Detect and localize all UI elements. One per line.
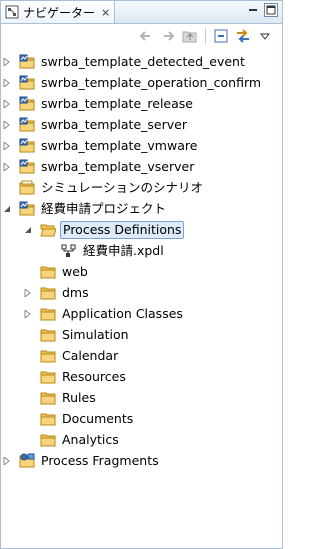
tree-item[interactable]: シミュレーションのシナリオ [1,177,282,198]
tree-item[interactable]: swrba_template_server [1,114,282,135]
link-with-editor-icon[interactable] [234,27,252,45]
collapsed-arrow-icon[interactable] [2,78,12,88]
tree-item[interactable]: Rules [1,387,282,408]
tree-item[interactable]: Process Fragments [1,450,282,471]
tree-item[interactable]: dms [1,282,282,303]
tree-item-label: Process Fragments [41,452,159,468]
tree-item-label: Application Classes [62,305,183,321]
open-folder-icon [40,222,57,238]
fragments-project-icon [19,453,35,469]
tree-item[interactable]: 経費申請プロジェクト [1,198,282,219]
minimize-icon[interactable] [246,3,260,17]
tree-item-label: Simulation [62,326,129,342]
maximize-icon[interactable] [264,3,278,17]
forward-arrow-icon[interactable] [159,27,177,45]
tree-item-label: Calendar [62,347,119,363]
folder-icon [40,432,56,448]
tree-item-label: swrba_template_vmware [41,137,198,153]
project-icon [19,96,35,112]
collapsed-arrow-icon[interactable] [2,456,12,466]
tree-item[interactable]: swrba_template_vmware [1,135,282,156]
folder-icon [40,306,56,322]
tree-item-label: dms [62,284,89,300]
tree-item-label: Documents [62,410,134,426]
toolbar-separator [205,28,206,44]
tree-item[interactable]: swrba_template_operation_confirm [1,72,282,93]
project-icon [19,54,35,70]
up-folder-icon[interactable] [181,27,199,45]
collapsed-arrow-icon[interactable] [2,99,12,109]
tree-item-label: Rules [62,389,96,405]
resource-tree: swrba_template_detected_event swrba_templ… [1,51,282,471]
view-toolbar [1,23,282,49]
folder-icon [40,411,56,427]
tree-item[interactable]: 経費申請.xpdl [1,240,282,261]
tree-item-label: Analytics [62,431,119,447]
navigator-icon [5,5,19,19]
tree-item-label: web [62,263,88,279]
collapsed-arrow-icon[interactable] [2,162,12,172]
tree-item-label: 経費申請.xpdl [83,242,164,258]
tree-item[interactable]: Documents [1,408,282,429]
navigator-view: ナビゲーター ⨯ swrba_template_detected_event s… [0,0,283,549]
view-menu-chevron-down-icon[interactable] [256,27,274,45]
tree-item-label: swrba_template_operation_confirm [41,74,262,90]
collapsed-arrow-icon[interactable] [2,57,12,67]
project-icon [19,75,35,91]
project-icon [19,117,35,133]
tree-item[interactable]: swrba_template_detected_event [1,51,282,72]
folder-icon [40,285,56,301]
tree-item-label: swrba_template_vserver [41,158,195,174]
project-icon [19,159,35,175]
tree-item[interactable]: Application Classes [1,303,282,324]
collapsed-arrow-icon[interactable] [23,309,33,319]
back-arrow-icon[interactable] [137,27,155,45]
collapsed-arrow-icon[interactable] [2,120,12,130]
collapsed-arrow-icon[interactable] [23,288,33,298]
tree-item-label: swrba_template_release [41,95,193,111]
folder-icon [40,390,56,406]
expanded-arrow-icon[interactable] [23,225,33,235]
xpdl-file-icon [61,243,77,259]
expanded-arrow-icon[interactable] [2,204,12,214]
tree-item-label: Resources [62,368,126,384]
tree-item[interactable]: Calendar [1,345,282,366]
tree-item-label: swrba_template_server [41,116,187,132]
tree-item[interactable]: swrba_template_vserver [1,156,282,177]
tree-item-label: シミュレーションのシナリオ [41,179,204,195]
close-icon[interactable]: ⨯ [101,6,110,19]
tree-item[interactable]: swrba_template_release [1,93,282,114]
navigator-tab[interactable]: ナビゲーター ⨯ [1,1,115,23]
folder-icon [40,369,56,385]
folder-icon [40,264,56,280]
navigator-tab-label: ナビゲーター [23,5,96,20]
view-tab-bar: ナビゲーター ⨯ [1,1,282,24]
collapsed-arrow-icon[interactable] [2,141,12,151]
folder-icon [40,327,56,343]
tree-item[interactable]: Analytics [1,429,282,450]
tree-item[interactable]: web [1,261,282,282]
tree-item-label: swrba_template_detected_event [41,53,245,69]
folder-icon [40,348,56,364]
project-icon [19,138,35,154]
closed-project-icon [19,180,35,196]
tree-item-label: 経費申請プロジェクト [41,200,167,216]
tree-item[interactable]: Simulation [1,324,282,345]
collapse-all-icon[interactable] [212,27,230,45]
project-icon [19,201,35,217]
tree-item[interactable]: Resources [1,366,282,387]
tree-item[interactable]: Process Definitions [1,219,282,240]
tree-item-label: Process Definitions [60,220,185,239]
